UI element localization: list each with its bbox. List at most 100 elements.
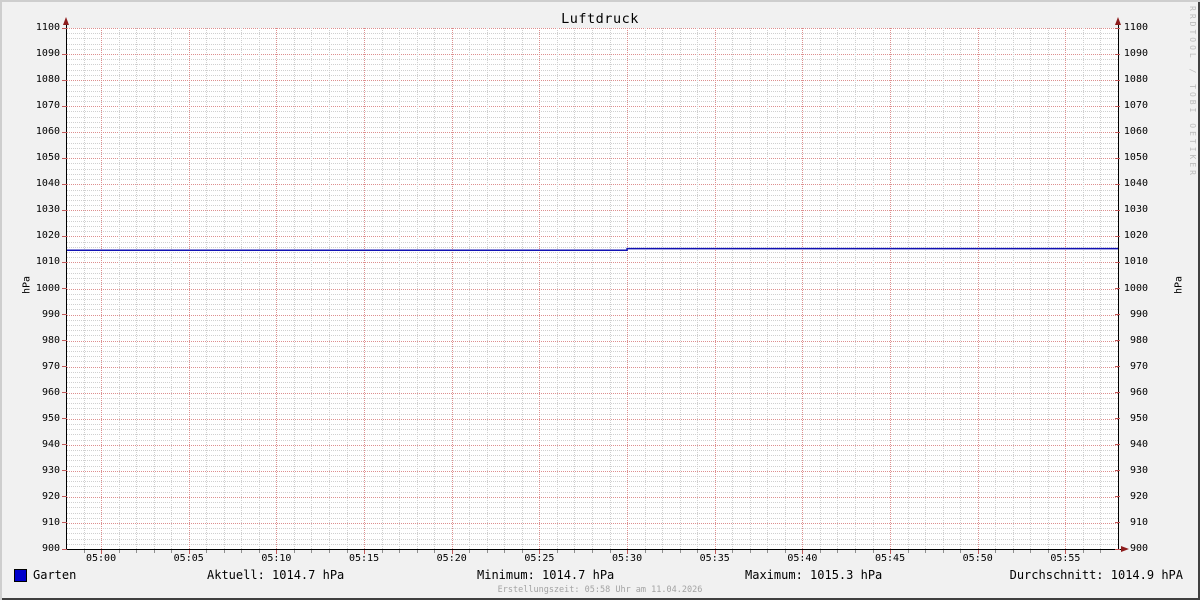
x-axis-tick-major [627,550,629,554]
x-axis-tick-label: 05:25 [524,553,555,564]
y-axis-tick-right [1115,209,1120,211]
y-axis-tick-label-left: 1100 [35,22,60,33]
x-axis-tick-major [977,550,979,554]
y-axis-tick-label-left: 980 [41,334,60,346]
y-axis-tick-label-right: 900 [1129,543,1148,554]
x-axis-tick-major [276,550,278,554]
y-axis-tick-label-right: 1050 [1123,152,1148,164]
y-axis-tick-label-right: 1070 [1123,100,1148,112]
stat-minimum: Minimum: 1014.7 hPa [477,568,615,582]
x-axis-tick-minor [416,550,418,553]
y-axis-tick-left [62,418,67,420]
x-axis-tick-minor [329,550,330,553]
y-axis-tick-label-right: 930 [1129,464,1148,476]
x-axis-tick-minor [381,550,383,553]
y-axis-tick-right [1115,261,1120,263]
y-axis-tick-left [62,340,67,342]
x-axis-tick-label: 05:30 [612,553,643,564]
stat-aktuell: Aktuell: 1014.7 hPa [207,568,345,582]
x-axis-tick-minor [1100,550,1102,553]
y-axis-tick-label-right: 1080 [1123,74,1148,86]
stat-maximum: Maximum: 1015.3 hPa [745,568,883,582]
y-axis-tick-label-right: 970 [1129,360,1148,372]
legend-series-label: Garten [33,568,77,582]
x-axis-tick-minor [258,550,260,553]
y-axis-tick-right [1115,340,1120,342]
y-axis-tick-right [1115,444,1120,446]
y-axis-tick-left [62,183,67,185]
stat-durchschnitt: Durchschnitt: 1014.9 hPA [1009,568,1183,582]
x-axis-tick-minor [837,550,839,553]
y-axis-tick-left [62,131,67,133]
y-axis-tick-right [1115,314,1120,316]
x-axis-tick-minor [486,550,488,553]
x-axis-tick-minor [311,550,313,553]
y-axis-tick-left [62,548,67,550]
y-axis-tick-left [62,522,67,524]
x-axis-tick-label: 05:15 [349,553,380,564]
y-axis-tick-label-right: 1060 [1123,126,1148,138]
series-line-garten [67,247,1118,251]
y-axis-tick-right [1115,522,1120,524]
x-axis-tick-minor [925,550,927,553]
y-axis-tick-label-left: 1070 [35,100,60,112]
x-axis-tick-label: 05:50 [962,553,993,564]
y-axis-tick-label-left: 1090 [35,48,60,60]
y-axis-tick-left [62,79,67,81]
y-axis-unit-right: hPa [1173,275,1185,295]
rrdtool-graph: Luftdruck RRDTOOL / TOBI OETIKER hPa hPa… [0,0,1200,600]
y-axis-tick-label-left: 920 [41,490,60,502]
y-axis-tick-left [62,157,67,159]
x-axis-tick-minor [153,550,155,553]
x-axis-tick-major [1065,550,1067,554]
plot-area [67,28,1118,549]
y-axis-tick-label-right: 940 [1129,438,1148,450]
x-axis-tick-minor [907,550,909,553]
x-axis-tick-minor [609,550,611,553]
x-axis-tick-minor [960,550,962,553]
y-axis-tick-left [62,392,67,394]
y-axis-tick-label-left: 940 [41,438,60,450]
x-axis-tick-minor [434,550,436,553]
x-axis-tick-minor [293,550,295,553]
x-axis-tick-minor [1047,550,1049,553]
x-axis-tick-minor [855,550,856,553]
x-axis-tick-minor [1030,550,1032,553]
y-axis-tick-label-right: 960 [1129,386,1148,398]
y-axis-tick-label-right: 1040 [1123,178,1148,190]
x-axis-tick-label: 05:05 [173,553,204,564]
y-axis-tick-left [62,470,67,472]
y-axis-tick-label-left: 970 [41,360,60,372]
x-axis-tick-label: 05:45 [875,553,906,564]
x-axis-tick-minor [697,550,699,553]
y-axis-tick-label-right: 950 [1129,412,1148,424]
y-axis-tick-left [62,209,67,211]
y-axis-tick-left [62,366,67,368]
x-axis-tick-minor [784,550,786,553]
y-axis-tick-label-right: 1030 [1123,204,1148,216]
y-axis-tick-label-left: 1080 [35,74,60,86]
x-axis-tick-major [890,550,892,554]
y-axis-tick-label-left: 950 [41,412,60,424]
x-axis-tick-major [364,550,366,554]
x-axis-tick-minor [504,550,506,553]
y-axis-tick-right [1115,79,1120,81]
y-axis-tick-label-right: 910 [1129,516,1148,528]
x-axis-tick-minor [83,550,85,553]
y-axis-tick-right [1115,392,1120,394]
x-axis-tick-minor [872,550,874,553]
y-axis-tick-label-left: 990 [41,308,60,320]
y-axis-tick-label-left: 900 [41,543,60,554]
y-axis-tick-left [62,27,67,29]
x-axis-tick-minor [171,550,173,553]
x-axis-tick-label: 05:20 [436,553,467,564]
x-axis-tick-minor [662,550,664,553]
y-axis-tick-right [1115,418,1120,420]
x-axis-tick-minor [942,550,944,553]
axis-arrow-up-left-icon [63,17,69,25]
y-axis-tick-right [1115,366,1120,368]
x-axis-tick-minor [521,550,523,553]
y-axis-tick-left [62,314,67,316]
x-axis-tick-major [188,550,190,554]
axis-arrow-up-right-icon [1115,17,1121,25]
